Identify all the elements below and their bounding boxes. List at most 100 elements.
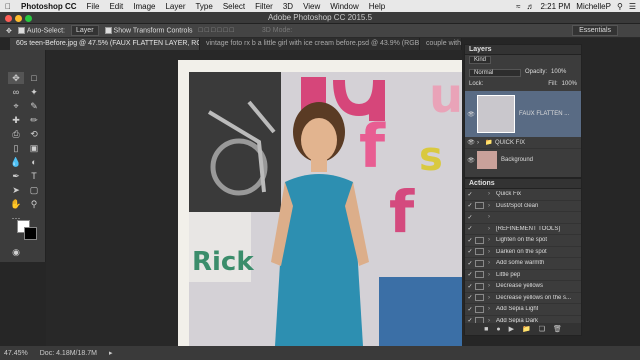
app-menu[interactable]: Photoshop CC — [16, 2, 82, 11]
action-row[interactable]: ✓ › [REFINEMENT TOOLS] — [465, 224, 581, 235]
search-icon[interactable]: ⚲ — [617, 2, 623, 11]
expand-chevron-icon[interactable]: › — [488, 283, 496, 289]
clone-stamp-icon[interactable]: ⎙ — [8, 128, 24, 140]
dialog-toggle-icon[interactable] — [475, 282, 484, 290]
play-icon[interactable]: ▶ — [509, 325, 514, 333]
fill-value[interactable]: 100% — [562, 81, 577, 89]
tab-vintage-foto[interactable]: vintage foto rx b a little girl with ice… — [200, 38, 420, 50]
magic-wand-icon[interactable]: ✦ — [26, 86, 42, 98]
toggle-check-icon[interactable]: ✓ — [465, 306, 475, 313]
dialog-toggle-icon[interactable] — [475, 202, 484, 210]
move-tool-icon[interactable]: ✥ — [8, 72, 24, 84]
toggle-check-icon[interactable]: ✓ — [465, 260, 475, 267]
blend-mode-dropdown[interactable]: Normal — [469, 69, 521, 77]
expand-chevron-icon[interactable]: › — [488, 306, 496, 312]
type-tool-icon[interactable]: T — [26, 170, 42, 182]
path-selection-icon[interactable]: ➤ — [8, 184, 24, 196]
history-brush-icon[interactable]: ⟲ — [26, 128, 42, 140]
dodge-tool-icon[interactable]: ◐ — [26, 156, 42, 168]
crop-tool-icon[interactable]: ⌖ — [8, 100, 24, 112]
auto-select-checkbox[interactable]: Auto-Select: — [17, 26, 65, 34]
auto-select-dropdown[interactable]: Layer — [71, 25, 99, 36]
dialog-toggle-icon[interactable] — [475, 225, 484, 232]
toggle-check-icon[interactable]: ✓ — [465, 271, 475, 278]
expand-chevron-icon[interactable]: › — [488, 237, 496, 243]
layer-row-background[interactable]: 👁 Background — [465, 149, 581, 171]
eyedropper-tool-icon[interactable]: ✎ — [26, 100, 42, 112]
zoom-level[interactable]: 47.45% — [4, 350, 28, 357]
expand-chevron-icon[interactable]: › — [488, 295, 496, 301]
background-color-swatch[interactable] — [24, 227, 37, 240]
new-action-icon[interactable]: ❏ — [539, 325, 545, 333]
expand-chevron-icon[interactable]: › — [488, 249, 496, 255]
lasso-tool-icon[interactable]: ∞ — [8, 86, 24, 98]
visibility-eye-icon[interactable]: 👁 — [465, 139, 477, 146]
actions-panel-title[interactable]: Actions — [465, 179, 581, 189]
move-tool-icon[interactable]: ✥ — [6, 27, 12, 35]
quick-mask-icon[interactable]: ◉ — [8, 246, 24, 258]
layer-row-quick-fix[interactable]: 👁 › 📁 QUICK FIX — [465, 137, 581, 149]
apple-menu-icon[interactable]:  — [0, 2, 16, 11]
dialog-toggle-icon[interactable] — [475, 305, 484, 313]
action-row[interactable]: ✓ › Add Sepia Light — [465, 304, 581, 316]
action-row[interactable]: ✓ › Decrease yellows — [465, 281, 581, 293]
toggle-check-icon[interactable]: ✓ — [465, 237, 475, 244]
toggle-check-icon[interactable]: ✓ — [465, 248, 475, 255]
dialog-toggle-icon[interactable] — [475, 191, 484, 198]
tab-couple[interactable]: couple with r... — [420, 38, 462, 50]
volume-icon[interactable]: ♬ — [526, 2, 534, 11]
menu-view[interactable]: View — [298, 2, 325, 11]
expand-chevron-icon[interactable]: › — [488, 203, 496, 209]
menu-image[interactable]: Image — [128, 2, 160, 11]
action-row[interactable]: ✓ › Darken on the spot — [465, 247, 581, 258]
expand-chevron-icon[interactable]: › — [488, 226, 496, 232]
expand-chevron-icon[interactable]: › — [488, 272, 496, 278]
action-row[interactable]: ✓ › Quick Fix — [465, 189, 581, 201]
dialog-toggle-icon[interactable] — [475, 248, 484, 256]
menu-type[interactable]: Type — [190, 2, 217, 11]
toggle-check-icon[interactable]: ✓ — [465, 202, 475, 209]
action-row[interactable]: ✓ › Lighten on the spot — [465, 235, 581, 247]
minimize-window-button[interactable] — [15, 15, 22, 22]
visibility-eye-icon[interactable]: 👁 — [465, 157, 477, 164]
menu-file[interactable]: File — [82, 2, 105, 11]
dialog-toggle-icon[interactable] — [475, 294, 484, 302]
shape-tool-icon[interactable]: ▢ — [26, 184, 42, 196]
close-window-button[interactable] — [5, 15, 12, 22]
expand-chevron-icon[interactable]: › — [488, 260, 496, 266]
healing-brush-icon[interactable]: ✚ — [8, 114, 24, 126]
trash-icon[interactable]: 🗑 — [553, 325, 562, 333]
user-name[interactable]: MichelleP — [576, 2, 611, 11]
visibility-eye-icon[interactable]: 👁 — [465, 111, 477, 118]
hand-tool-icon[interactable]: ✋ — [8, 198, 24, 210]
zoom-tool-icon[interactable]: ⚲ — [26, 198, 42, 210]
workspace-dropdown[interactable]: Essentials — [572, 25, 618, 36]
transform-controls-checkbox[interactable]: Show Transform Controls — [104, 26, 193, 34]
expand-chevron-icon[interactable]: › — [488, 191, 496, 197]
toggle-check-icon[interactable]: ✓ — [465, 294, 475, 301]
opacity-value[interactable]: 100% — [551, 69, 566, 77]
gradient-tool-icon[interactable]: ▣ — [26, 142, 42, 154]
brush-tool-icon[interactable]: ✏ — [26, 114, 42, 126]
layer-row-faux-flatten[interactable]: 👁 FAUX FLATTEN ... — [465, 91, 581, 137]
doc-size[interactable]: Doc: 4.18M/18.7M — [40, 350, 97, 357]
kind-filter-dropdown[interactable]: Kind — [469, 56, 492, 64]
tab-60s-teen[interactable]: 60s teen-Before.jpg @ 47.5% (FAUX FLATTE… — [10, 38, 200, 50]
action-row[interactable]: ✓ › Add some warmth — [465, 258, 581, 270]
zoom-window-button[interactable] — [25, 15, 32, 22]
toggle-check-icon[interactable]: ✓ — [465, 225, 475, 232]
layers-panel-title[interactable]: Layers — [465, 45, 581, 55]
action-row[interactable]: ✓ › Little pep — [465, 270, 581, 281]
dialog-toggle-icon[interactable] — [475, 214, 484, 221]
menu-select[interactable]: Select — [218, 2, 250, 11]
pen-tool-icon[interactable]: ✒ — [8, 170, 24, 182]
toggle-check-icon[interactable]: ✓ — [465, 283, 475, 290]
blur-tool-icon[interactable]: 💧 — [8, 156, 24, 168]
action-row[interactable]: ✓ › Dust/Spot clean — [465, 201, 581, 212]
toggle-check-icon[interactable]: ✓ — [465, 214, 475, 221]
menu-edit[interactable]: Edit — [104, 2, 128, 11]
action-row[interactable]: ✓ › Decrease yellows on the s... — [465, 293, 581, 304]
menu-layer[interactable]: Layer — [160, 2, 190, 11]
dialog-toggle-icon[interactable] — [475, 271, 484, 279]
menu-window[interactable]: Window — [325, 2, 363, 11]
